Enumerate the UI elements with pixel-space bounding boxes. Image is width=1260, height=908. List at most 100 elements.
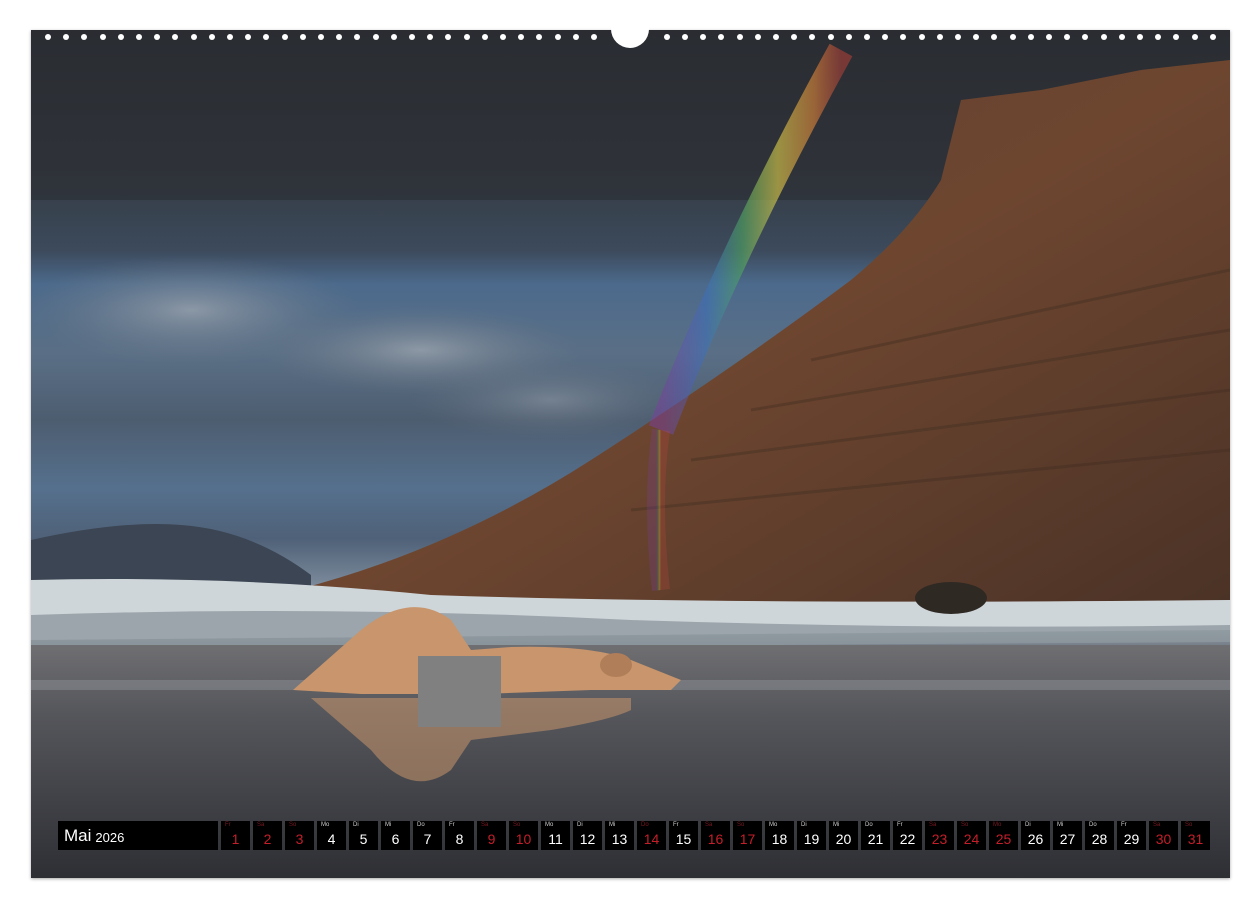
day-number: 31	[1187, 831, 1204, 847]
day-number: 28	[1091, 831, 1108, 847]
binding-hole	[100, 34, 106, 40]
binding-hole	[1119, 34, 1125, 40]
weekday-label: Mo	[993, 822, 1002, 828]
binding-hole	[172, 34, 178, 40]
binding-hole	[300, 34, 306, 40]
day-cell: Mo 11	[541, 821, 570, 850]
day-cell: Mo 4	[317, 821, 346, 850]
month-label: Mai 2026	[58, 821, 218, 850]
day-cell: Di 19	[797, 821, 826, 850]
day-cell: Mo 25	[989, 821, 1018, 850]
binding-hole	[136, 34, 142, 40]
binding-hole	[1137, 34, 1143, 40]
binding-hole	[664, 34, 670, 40]
day-cell: Di 12	[573, 821, 602, 850]
day-cell: So 24	[957, 821, 986, 850]
binding-hole	[1192, 34, 1198, 40]
weekday-label: Sa	[481, 822, 489, 828]
weekday-label: Do	[865, 822, 873, 828]
day-number: 2	[263, 831, 272, 847]
weekday-label: Fr	[1121, 822, 1127, 828]
day-number: 21	[867, 831, 884, 847]
binding-hole	[1046, 34, 1052, 40]
binding-hole	[718, 34, 724, 40]
binding-hole	[955, 34, 961, 40]
day-cell: Do 28	[1085, 821, 1114, 850]
binding-hole	[518, 34, 524, 40]
day-number: 15	[675, 831, 692, 847]
month-name: Mai	[64, 825, 92, 845]
day-cell: So 31	[1181, 821, 1210, 850]
weekday-label: Di	[577, 822, 583, 828]
day-number: 12	[579, 831, 596, 847]
binding-hole	[1010, 34, 1016, 40]
binding-hole	[791, 34, 797, 40]
binding-hole	[755, 34, 761, 40]
binding-hole	[1101, 34, 1107, 40]
day-number: 10	[515, 831, 532, 847]
binding-hole	[846, 34, 852, 40]
weekday-label: Mi	[385, 822, 392, 828]
binding-hole	[555, 34, 561, 40]
binding-hole	[737, 34, 743, 40]
binding-hole	[63, 34, 69, 40]
binding-hole	[573, 34, 579, 40]
day-cell: Mi 13	[605, 821, 634, 850]
binding-hole	[809, 34, 815, 40]
binding-hole	[991, 34, 997, 40]
weekday-label: Di	[353, 822, 359, 828]
binding-hole	[973, 34, 979, 40]
binding-hole	[500, 34, 506, 40]
binding-hole	[464, 34, 470, 40]
binding-hole	[1210, 34, 1216, 40]
binding-hole	[318, 34, 324, 40]
binding-hole	[81, 34, 87, 40]
day-number: 19	[803, 831, 820, 847]
binding-hole	[773, 34, 779, 40]
binding-hole	[591, 34, 597, 40]
weekday-label: Mo	[321, 822, 330, 828]
binding-hole	[882, 34, 888, 40]
day-number: 3	[295, 831, 304, 847]
year-label: 2026	[95, 829, 125, 845]
binding-hole	[700, 34, 706, 40]
day-number: 23	[931, 831, 948, 847]
binding-hole	[1082, 34, 1088, 40]
day-cell: Fr 22	[893, 821, 922, 850]
binding-hole	[336, 34, 342, 40]
binding-hole	[445, 34, 451, 40]
binding-hole	[482, 34, 488, 40]
day-cell: Mi 6	[381, 821, 410, 850]
day-number: 17	[739, 831, 756, 847]
day-cell: Fr 8	[445, 821, 474, 850]
day-cell: Di 26	[1021, 821, 1050, 850]
day-cell: Sa 30	[1149, 821, 1178, 850]
day-number: 13	[611, 831, 628, 847]
day-cell: Do 14	[637, 821, 666, 850]
binding-hole	[373, 34, 379, 40]
weekday-label: Mo	[545, 822, 554, 828]
day-cell: Do 7	[413, 821, 442, 850]
weekday-label: Fr	[449, 822, 455, 828]
day-cell: So 17	[733, 821, 762, 850]
binding-hole	[919, 34, 925, 40]
day-cell: Fr 29	[1117, 821, 1146, 850]
day-number: 6	[391, 831, 400, 847]
binding-hole	[45, 34, 51, 40]
day-cell: So 10	[509, 821, 538, 850]
day-number: 26	[1027, 831, 1044, 847]
weekday-label: Sa	[257, 822, 265, 828]
day-cell: Do 21	[861, 821, 890, 850]
binding-hole	[864, 34, 870, 40]
day-cell: Sa 23	[925, 821, 954, 850]
weekday-label: Fr	[225, 822, 231, 828]
weekday-label: Di	[1025, 822, 1031, 828]
binding-hole	[1155, 34, 1161, 40]
weekday-label: Mi	[1057, 822, 1064, 828]
binding-hole	[154, 34, 160, 40]
binding-hole	[1028, 34, 1034, 40]
weekday-label: Do	[1089, 822, 1097, 828]
day-number: 18	[771, 831, 788, 847]
day-number: 11	[548, 831, 563, 847]
weekday-label: Fr	[673, 822, 679, 828]
